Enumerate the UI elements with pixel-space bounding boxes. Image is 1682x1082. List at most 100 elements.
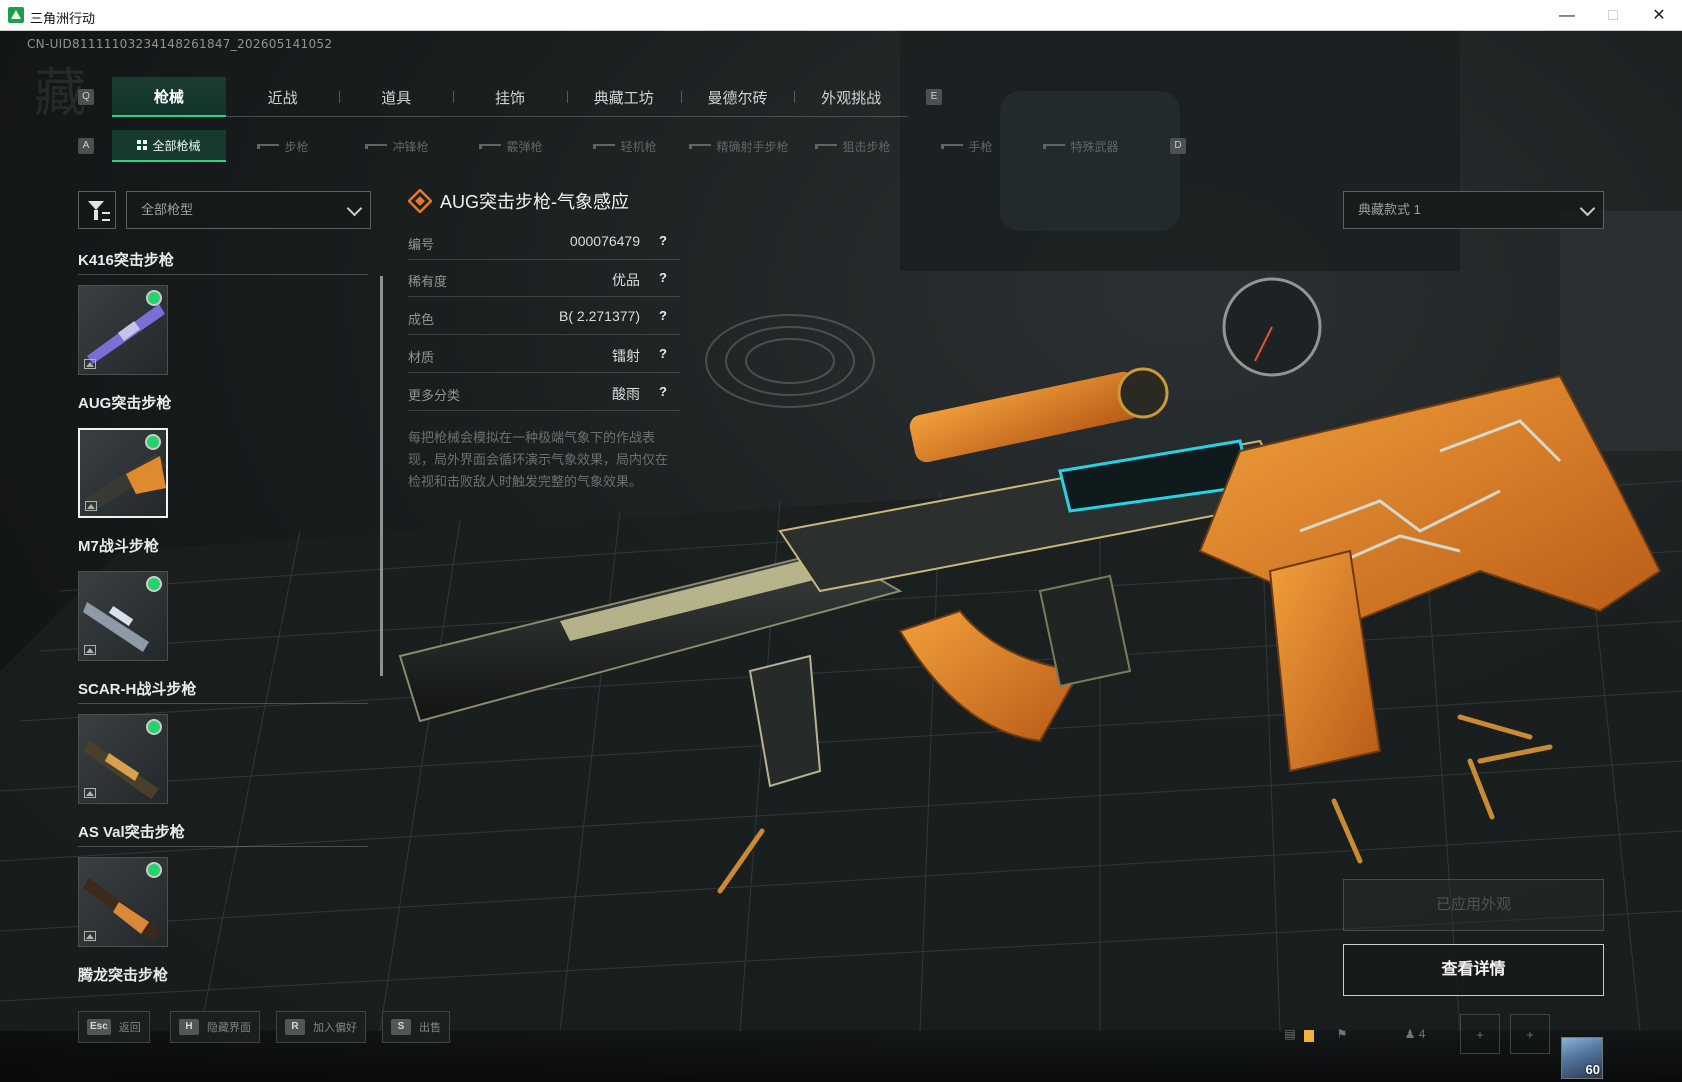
chevron-down-icon	[1579, 200, 1596, 217]
attr-key: 材质	[408, 350, 435, 365]
special-weapon-icon	[1043, 143, 1066, 149]
attr-row-more-category: 更多分类 酸雨 ?	[408, 375, 680, 411]
flag-icon[interactable]: ⚑	[1322, 1014, 1362, 1054]
funnel-icon	[88, 201, 104, 220]
attr-key: 稀有度	[408, 274, 448, 289]
attr-key: 更多分类	[408, 388, 461, 403]
sniper-rifle-icon	[815, 143, 838, 149]
image-icon	[84, 788, 96, 798]
hint-label: 返回	[118, 1022, 141, 1034]
grid-icon	[137, 140, 148, 150]
tab-melee[interactable]: 近战	[226, 77, 340, 117]
equipped-indicator	[147, 436, 159, 448]
party-icon: ♟	[1404, 1027, 1416, 1041]
add-favorite-hint[interactable]: R 加入偏好	[276, 1011, 366, 1043]
gun-name: SCAR-H战斗步枪	[78, 681, 197, 698]
gun-list-scrollbar[interactable]	[380, 276, 383, 676]
gun-name: AUG突击步枪	[78, 395, 172, 412]
subtab-label: 全部枪械	[152, 138, 201, 153]
subtab-rifles[interactable]: 步枪	[226, 130, 340, 162]
image-icon	[85, 501, 97, 511]
hint-label: 加入偏好	[313, 1022, 357, 1034]
subtab-lmgs[interactable]: 轻机枪	[568, 130, 682, 162]
subtabs-prev-key-hint: A	[78, 138, 94, 154]
hide-ui-hint[interactable]: H 隐藏界面	[170, 1011, 260, 1043]
tab-collection-workshop[interactable]: 典藏工坊	[566, 77, 681, 117]
scrollbar-thumb[interactable]	[380, 276, 383, 676]
filter-button[interactable]	[78, 191, 116, 229]
attr-value: 酸雨	[612, 386, 640, 402]
attr-row-serial: 编号 000076479 ?	[408, 224, 680, 260]
invite-slot-button[interactable]: +	[1460, 1014, 1500, 1054]
attr-key: 编号	[408, 237, 435, 252]
help-icon[interactable]: ?	[654, 232, 672, 250]
skin-title: AUG突击步枪-气象感应	[440, 192, 629, 212]
gun-skin-thumb-m7[interactable]	[78, 571, 168, 661]
window-titlebar: 三角洲行动 — □ ✕	[0, 0, 1682, 31]
skin-description: 每把枪械会模拟在一种极端气象下的作战表现，局外界面会循环演示气象效果，局内仅在检…	[408, 430, 669, 489]
key-cap: H	[179, 1019, 199, 1035]
gun-skin-thumb-scar-h[interactable]	[78, 714, 168, 804]
minimize-button[interactable]: —	[1544, 0, 1590, 31]
help-icon[interactable]: ?	[654, 383, 672, 401]
style-variant-dropdown[interactable]: 典藏款式 1	[1343, 191, 1604, 229]
key-cap: S	[391, 1019, 411, 1035]
tab-appearance-challenge[interactable]: 外观挑战	[794, 77, 908, 117]
section-divider	[78, 274, 368, 275]
subtab-label: 特殊武器	[1070, 139, 1119, 154]
gun-skin-thumb-k416[interactable]	[78, 285, 168, 375]
attr-value: 优品	[612, 272, 640, 288]
subtab-label: 精确射手步枪	[716, 139, 789, 154]
marksman-rifle-icon	[689, 143, 712, 149]
image-icon	[84, 359, 96, 369]
rifle-icon	[257, 143, 280, 149]
sell-hint[interactable]: S 出售	[382, 1011, 450, 1043]
player-avatar[interactable]: 60	[1561, 1037, 1603, 1079]
equipped-indicator	[148, 578, 160, 590]
tabs-next-key-hint: E	[926, 89, 942, 105]
gun-name: M7战斗步枪	[78, 538, 159, 555]
image-icon	[84, 931, 96, 941]
gun-name: K416突击步枪	[78, 252, 174, 269]
tab-charms[interactable]: 挂饰	[453, 77, 567, 117]
gun-skin-thumb-as-val[interactable]	[78, 857, 168, 947]
gun-type-dropdown[interactable]: 全部枪型	[126, 191, 371, 229]
subtab-marksman-rifles[interactable]: 精确射手步枪	[682, 130, 796, 162]
weapon-class-tabs: 全部枪械 步枪 冲锋枪 霰弹枪 轻机枪 精确射手步枪 狙击步枪 手枪 特殊武器	[112, 130, 1138, 162]
tab-items[interactable]: 道具	[339, 77, 453, 117]
close-button[interactable]: ✕	[1636, 0, 1682, 31]
attr-value: B( 2.271377)	[559, 308, 640, 324]
tab-mandel-bricks[interactable]: 曼德尔砖	[680, 77, 795, 117]
subtab-smgs[interactable]: 冲锋枪	[340, 130, 454, 162]
help-icon[interactable]: ?	[654, 269, 672, 287]
view-details-button[interactable]: 查看详情	[1343, 944, 1604, 996]
subtab-label: 冲锋枪	[392, 139, 429, 154]
equipped-indicator	[148, 292, 160, 304]
player-level: 60	[1585, 1062, 1600, 1077]
subtab-all-guns[interactable]: 全部枪械	[112, 130, 226, 162]
gun-type-value: 全部枪型	[141, 202, 194, 217]
subtabs-next-key-hint: D	[1170, 138, 1186, 154]
subtab-label: 轻机枪	[620, 139, 657, 154]
attr-value: 000076479	[569, 233, 640, 249]
subtab-shotguns[interactable]: 霰弹枪	[454, 130, 568, 162]
party-button[interactable]: ♟ 4	[1390, 1014, 1440, 1054]
equipped-indicator	[148, 721, 160, 733]
help-icon[interactable]: ?	[654, 307, 672, 325]
invite-slot-button[interactable]: +	[1510, 1014, 1550, 1054]
gun-skin-thumb-aug[interactable]	[78, 428, 168, 518]
help-icon[interactable]: ?	[654, 345, 672, 363]
subtab-special-weapons[interactable]: 特殊武器	[1024, 130, 1138, 162]
subtab-sniper-rifles[interactable]: 狙击步枪	[796, 130, 910, 162]
tab-guns[interactable]: 枪械	[112, 77, 226, 117]
window-title: 三角洲行动	[30, 11, 96, 26]
section-divider	[78, 703, 368, 704]
party-count: 4	[1418, 1027, 1426, 1041]
category-tabs: 枪械 近战 道具 挂饰 典藏工坊 曼德尔砖 外观挑战	[112, 77, 908, 117]
notification-badge	[1304, 1030, 1314, 1042]
section-divider	[78, 846, 368, 847]
subtab-pistols[interactable]: 手枪	[910, 130, 1024, 162]
maximize-button[interactable]: □	[1590, 0, 1636, 31]
style-variant-value: 典藏款式 1	[1358, 202, 1421, 217]
back-hint[interactable]: Esc 返回	[78, 1011, 150, 1043]
